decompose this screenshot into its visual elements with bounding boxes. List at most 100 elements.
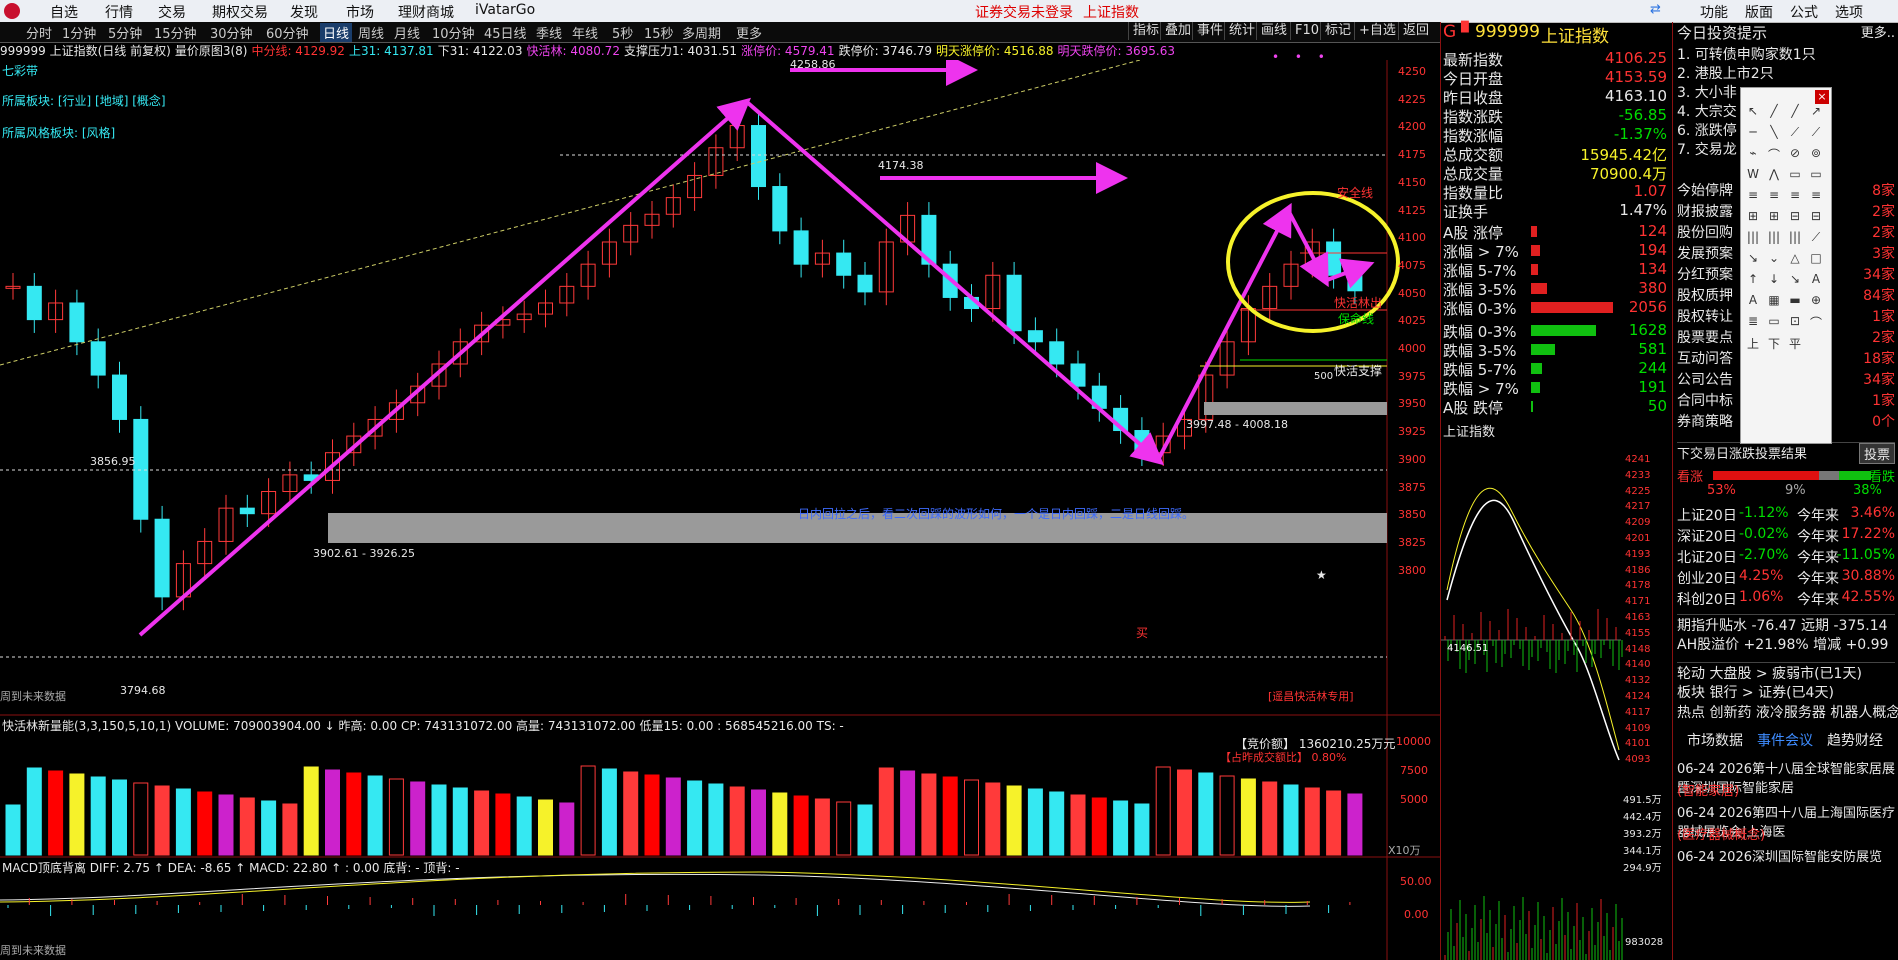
period-5sec[interactable]: 5秒 [612,23,633,42]
draw-tool-icon[interactable]: ||| [1764,230,1784,244]
period-60min[interactable]: 60分钟 [266,23,309,42]
btn-f10[interactable]: F10 [1290,22,1323,40]
draw-tool-icon[interactable]: ▭ [1806,167,1826,181]
news-item[interactable]: 06-24 2026深圳国际智能安防展览 [1677,846,1895,865]
draw-tool-icon[interactable]: ⌁ [1743,146,1763,160]
news-item[interactable]: (智能家居) [1677,780,1895,799]
tab-events[interactable]: 事件会议 [1757,730,1813,750]
draw-tool-icon[interactable]: ≣ [1743,314,1763,328]
tips-more-link[interactable]: 更多.. [1861,22,1895,41]
draw-tool-icon[interactable]: ||| [1785,230,1805,244]
period-fenshi[interactable]: 分时 [26,23,52,42]
draw-tool-icon[interactable]: 下 [1764,335,1784,352]
btn-drawline[interactable]: 画线 [1256,22,1291,40]
draw-tool-icon[interactable]: ╱ [1785,104,1805,118]
draw-tool-icon[interactable]: ⌒ [1764,146,1784,163]
draw-tool-icon[interactable]: ▭ [1764,314,1784,328]
period-daily[interactable]: 日线 [320,23,353,42]
menu-item-hangqing[interactable]: 行情 [105,2,133,22]
draw-tool-icon[interactable]: A [1743,293,1763,307]
draw-tool-icon[interactable]: ─ [1743,125,1763,139]
period-5min[interactable]: 5分钟 [108,23,142,42]
draw-tool-icon[interactable]: ⊡ [1785,314,1805,328]
draw-tool-icon[interactable]: ↖ [1743,104,1763,118]
draw-tool-icon[interactable]: ⌄ [1764,251,1784,265]
draw-tool-icon[interactable]: □ [1806,251,1826,265]
period-monthly[interactable]: 月线 [394,23,420,42]
period-year[interactable]: 年线 [572,23,598,42]
btn-stats[interactable]: 统计 [1224,22,1259,40]
period-10min[interactable]: 10分钟 [432,23,475,42]
period-quarter[interactable]: 季线 [536,23,562,42]
draw-tool-icon[interactable]: ≡ [1743,188,1763,202]
draw-tool-icon[interactable]: ≡ [1785,188,1805,202]
draw-tool-icon[interactable]: ▦ [1764,293,1784,307]
period-30min[interactable]: 30分钟 [210,23,253,42]
btn-back[interactable]: 返回 [1398,22,1433,40]
draw-tool-icon[interactable]: ⊞ [1764,209,1784,223]
draw-tool-icon[interactable]: ⟋ [1806,125,1826,140]
draw-tool-icon[interactable]: ↗ [1806,104,1826,118]
draw-tool-icon[interactable]: ▭ [1785,167,1805,181]
tip-item[interactable]: 1. 可转债申购家数1只 [1677,44,1895,64]
sector-links[interactable]: 所属板块: [行业] [地域] [概念] [2,92,166,109]
draw-tool-icon[interactable]: ↘ [1743,251,1763,265]
tip-item[interactable]: 2. 港股上市2只 [1677,63,1895,83]
kline-chart[interactable] [0,60,1440,960]
vote-button[interactable]: 投票 [1858,443,1895,464]
menu-item-gongshi[interactable]: 公式 [1790,2,1818,22]
btn-mark[interactable]: 标记 [1320,22,1355,40]
news-item[interactable]: (医疗器械概念) [1677,824,1895,843]
draw-tool-icon[interactable]: ≡ [1806,188,1826,202]
draw-tool-icon[interactable]: ⊟ [1785,209,1805,223]
draw-tool-icon[interactable]: W [1743,167,1763,181]
draw-tool-icon[interactable]: ↘ [1785,272,1805,286]
hot-topics-text[interactable]: 热点 创新药 液冷服务器 机器人概念 [1677,705,1898,721]
draw-tool-icon[interactable]: A [1806,272,1826,286]
draw-tool-icon[interactable]: ⋀ [1764,167,1784,181]
period-1min[interactable]: 1分钟 [62,23,96,42]
draw-tool-icon[interactable]: ||| [1743,230,1763,244]
tab-market-data[interactable]: 市场数据 [1687,730,1743,750]
period-45day[interactable]: 45日线 [484,23,527,42]
draw-tool-icon[interactable]: ⊞ [1743,209,1763,223]
draw-tool-icon[interactable]: ▬ [1785,293,1805,307]
menu-item-licai[interactable]: 理财商城 [398,2,454,22]
period-more[interactable]: 更多 [736,23,762,42]
btn-event[interactable]: 事件 [1192,22,1227,40]
draw-tool-icon[interactable]: ⌒ [1806,314,1826,331]
draw-tool-icon[interactable]: ⊕ [1806,293,1826,307]
period-15min[interactable]: 15分钟 [154,23,197,42]
period-15sec[interactable]: 15秒 [644,23,674,42]
menu-item-xuanxiang[interactable]: 选项 [1835,2,1863,22]
draw-tool-icon[interactable]: ⟋ [1785,125,1805,140]
draw-tool-icon[interactable]: ↓ [1764,272,1784,286]
style-links[interactable]: 所属风格板块: [风格] [2,124,115,141]
draw-tool-icon[interactable]: ⊚ [1806,146,1826,160]
draw-tool-icon[interactable]: ⊘ [1785,146,1805,160]
draw-tool-icon[interactable]: ╱ [1764,104,1784,118]
swap-icon[interactable]: ⇄ [1650,2,1661,17]
menu-item-ivatar[interactable]: iVatarGo [475,2,535,18]
draw-tool-icon[interactable]: 上 [1743,335,1763,352]
menu-item-qiquan[interactable]: 期权交易 [212,2,268,22]
menu-item-gongneng[interactable]: 功能 [1700,2,1728,22]
close-icon[interactable]: × [1815,90,1829,104]
draw-tool-icon[interactable]: ⊟ [1806,209,1826,223]
btn-add-watch[interactable]: +自选 [1354,22,1400,40]
draw-tool-icon[interactable]: △ [1785,251,1805,265]
draw-tool-icon[interactable]: ╲ [1764,125,1784,139]
menu-item-jiaoyi[interactable]: 交易 [158,2,186,22]
period-weekly[interactable]: 周线 [358,23,384,42]
menu-item-zixuan[interactable]: 自选 [50,2,78,22]
draw-tool-icon[interactable]: ⟋ [1806,230,1826,245]
menu-item-shichang[interactable]: 市场 [346,2,374,22]
menu-item-banmian[interactable]: 版面 [1745,2,1773,22]
menu-item-faxian[interactable]: 发现 [290,2,318,22]
tab-trend-finance[interactable]: 趋势财经 [1827,730,1883,750]
draw-tool-icon[interactable]: 平 [1785,335,1805,352]
draw-tool-icon[interactable]: ≡ [1764,188,1784,202]
draw-tool-icon[interactable]: ↑ [1743,272,1763,286]
btn-overlay[interactable]: 叠加 [1160,22,1195,40]
period-multi[interactable]: 多周期 [682,23,721,42]
